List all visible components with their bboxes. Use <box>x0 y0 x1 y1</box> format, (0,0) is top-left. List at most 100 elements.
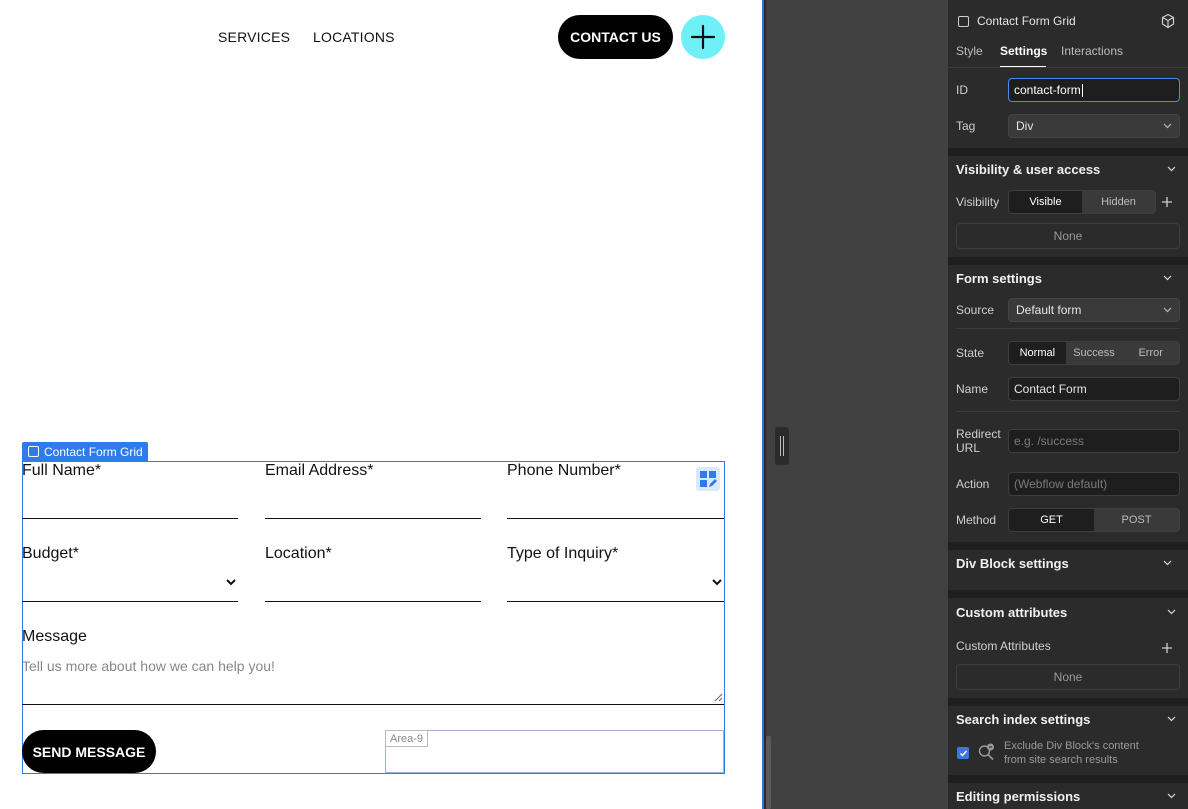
visibility-toggle[interactable]: Visible Hidden <box>1008 190 1156 214</box>
chevron-down-icon[interactable] <box>1163 275 1172 281</box>
method-post-option[interactable]: POST <box>1094 509 1179 531</box>
chevron-down-icon <box>1163 307 1172 313</box>
grid-edit-button[interactable] <box>696 467 720 491</box>
grid-tag-label: Contact Form Grid <box>44 444 143 459</box>
grid-area-9[interactable] <box>385 730 724 773</box>
custom-attributes-list[interactable]: None <box>956 664 1180 690</box>
message-textarea[interactable]: Tell us more about how we can help you! <box>22 658 275 674</box>
form-name-value: Contact Form <box>1014 382 1087 396</box>
email-input[interactable] <box>265 518 481 519</box>
plus-icon[interactable] <box>1161 196 1173 208</box>
method-toggle[interactable]: GET POST <box>1008 508 1180 532</box>
chevron-down-icon[interactable] <box>1167 793 1176 799</box>
exclude-search-line1: Exclude Div Block's content <box>1004 740 1139 752</box>
search-exclude-icon <box>978 743 994 761</box>
action-input[interactable]: (Webflow default) <box>1008 472 1180 496</box>
visibility-visible-option[interactable]: Visible <box>1009 191 1082 213</box>
form-name-label: Name <box>956 382 989 396</box>
div-block-settings-title[interactable]: Div Block settings <box>956 556 1069 571</box>
redirect-url-label: Redirect URL <box>956 427 1001 455</box>
canvas-scrollbar[interactable] <box>766 736 771 809</box>
contact-us-button[interactable]: CONTACT US <box>558 15 673 59</box>
check-icon <box>959 750 967 757</box>
budget-select[interactable] <box>22 601 238 602</box>
plus-icon[interactable] <box>1161 642 1173 654</box>
inquiry-label: Type of Inquiry* <box>507 545 619 562</box>
canvas-gutter <box>766 0 948 809</box>
search-index-title[interactable]: Search index settings <box>956 712 1090 727</box>
plus-icon <box>690 24 716 50</box>
redirect-url-input[interactable]: e.g. /success <box>1008 429 1180 453</box>
email-label: Email Address* <box>265 462 374 479</box>
div-block-icon <box>28 446 39 457</box>
area-tag: Area-9 <box>385 730 429 747</box>
form-settings-title[interactable]: Form settings <box>956 271 1042 286</box>
full-name-input[interactable] <box>22 518 238 519</box>
phone-label: Phone Number* <box>507 462 621 479</box>
visibility-conditions[interactable]: None <box>956 223 1180 249</box>
section-divider <box>948 257 1188 265</box>
nav-link-services[interactable]: SERVICES <box>218 29 290 45</box>
state-label: State <box>956 346 985 360</box>
message-label: Message <box>22 628 87 645</box>
panel-resize-handle[interactable] <box>775 427 789 465</box>
contact-form-grid-tag[interactable]: Contact Form Grid <box>22 442 148 461</box>
tab-interactions[interactable]: Interactions <box>1061 44 1123 58</box>
editing-permissions-title[interactable]: Editing permissions <box>956 789 1080 804</box>
state-success-option[interactable]: Success <box>1066 342 1123 364</box>
chevron-down-icon <box>1163 123 1172 129</box>
custom-attributes-label: Custom Attributes <box>956 639 1051 653</box>
grid-edit-icon <box>700 471 717 487</box>
message-underline <box>22 704 724 705</box>
chevron-down-icon <box>712 579 722 586</box>
exclude-search-line2: from site search results <box>1004 754 1118 766</box>
tag-select-value: Div <box>1016 119 1034 133</box>
chevron-down-icon[interactable] <box>1167 609 1176 615</box>
contact-form-grid[interactable] <box>22 461 725 774</box>
divider <box>956 328 1180 329</box>
section-divider <box>948 698 1188 706</box>
chevron-down-icon[interactable] <box>1167 166 1176 172</box>
exclude-search-text: Exclude Div Block's content from site se… <box>1004 739 1139 767</box>
div-block-icon <box>958 15 969 27</box>
tab-style[interactable]: Style <box>956 44 983 58</box>
chevron-down-icon[interactable] <box>1163 560 1172 566</box>
visibility-label: Visibility <box>956 195 1000 209</box>
method-label: Method <box>956 513 997 527</box>
state-error-option[interactable]: Error <box>1122 342 1179 364</box>
method-get-option[interactable]: GET <box>1009 509 1094 531</box>
send-message-button[interactable]: SEND MESSAGE <box>22 730 156 773</box>
resize-grip-icon[interactable] <box>714 693 723 702</box>
source-label: Source <box>956 303 995 317</box>
budget-label: Budget* <box>22 545 79 562</box>
section-divider <box>948 590 1188 598</box>
tag-label: Tag <box>956 119 976 133</box>
component-icon[interactable] <box>1160 13 1176 29</box>
add-button[interactable] <box>681 15 725 59</box>
location-input[interactable] <box>265 601 481 602</box>
visibility-section-title[interactable]: Visibility & user access <box>956 162 1100 177</box>
custom-attributes-title[interactable]: Custom attributes <box>956 605 1067 620</box>
chevron-down-icon[interactable] <box>1167 716 1176 722</box>
source-select[interactable]: Default form <box>1008 298 1180 322</box>
form-name-input[interactable]: Contact Form <box>1008 377 1180 401</box>
full-name-label: Full Name* <box>22 462 102 479</box>
divider <box>956 411 1180 412</box>
exclude-search-checkbox[interactable] <box>957 747 969 759</box>
visibility-hidden-option[interactable]: Hidden <box>1082 191 1155 213</box>
source-select-value: Default form <box>1016 303 1082 317</box>
divider <box>948 67 1188 68</box>
id-input[interactable]: contact-form <box>1008 78 1180 102</box>
action-label: Action <box>956 477 990 491</box>
redirect-label-line1: Redirect <box>956 427 1001 441</box>
tag-select[interactable]: Div <box>1008 114 1180 138</box>
settings-panel: Contact Form Grid Style Settings Interac… <box>948 0 1188 809</box>
tab-settings[interactable]: Settings <box>1000 44 1047 58</box>
design-canvas[interactable]: SERVICES LOCATIONS CONTACT US Contact Fo… <box>0 0 764 809</box>
id-label: ID <box>956 83 968 97</box>
phone-input[interactable] <box>507 518 724 519</box>
state-normal-option[interactable]: Normal <box>1009 342 1066 364</box>
nav-link-locations[interactable]: LOCATIONS <box>313 29 395 45</box>
inquiry-select[interactable] <box>507 601 724 602</box>
state-toggle[interactable]: Normal Success Error <box>1008 341 1180 365</box>
